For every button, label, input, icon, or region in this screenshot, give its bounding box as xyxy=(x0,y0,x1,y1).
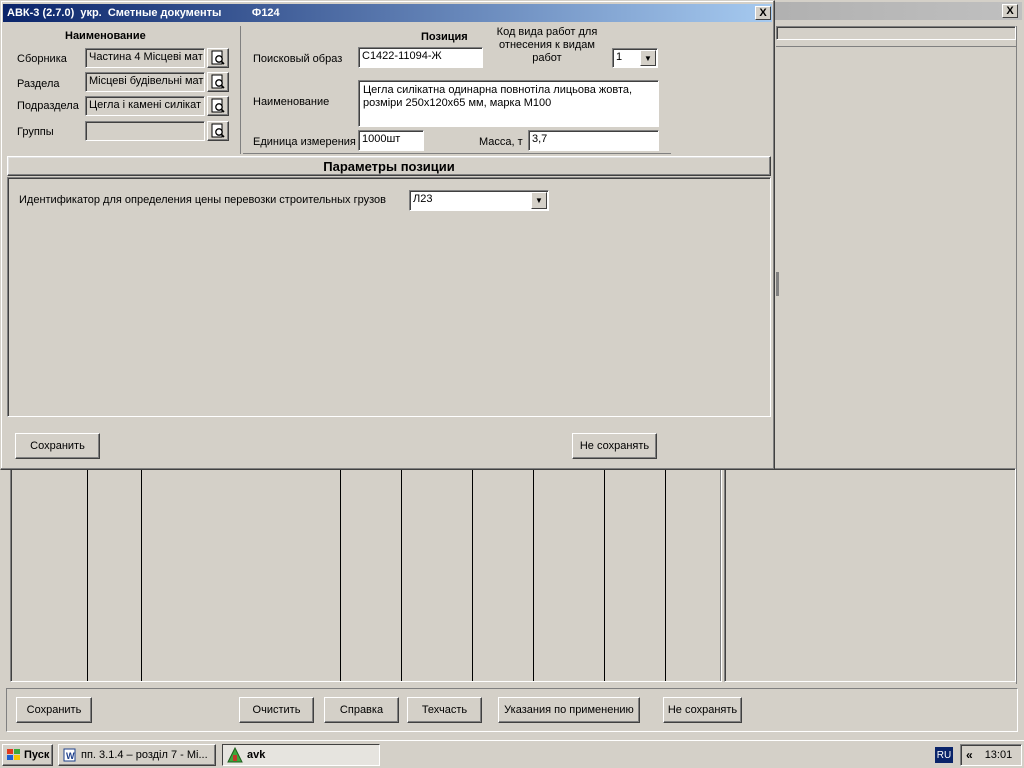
start-label: Пуск xyxy=(24,749,50,761)
data-grid[interactable] xyxy=(10,468,722,682)
work-code-label: Код вида работ для отнесения к видам раб… xyxy=(496,26,598,64)
search-input[interactable]: С1422-11094-Ж xyxy=(358,47,483,68)
task-word[interactable]: W пп. 3.1.4 – розділ 7 - Мі... xyxy=(58,744,216,766)
techpart-button[interactable]: Техчасть xyxy=(407,697,482,723)
transport-dropdown-arrow[interactable]: ▼ xyxy=(531,192,547,209)
group-label: Группы xyxy=(17,126,54,138)
mass-label: Масса, т xyxy=(479,136,523,148)
collection-field[interactable]: Частина 4 Місцеві мат xyxy=(85,48,205,68)
task-avk[interactable]: avk xyxy=(222,744,380,766)
language-indicator[interactable]: RU xyxy=(935,747,953,763)
grid-col-divider xyxy=(604,469,605,681)
work-code-dropdown-arrow[interactable]: ▼ xyxy=(640,50,656,66)
task-avk-label: avk xyxy=(247,749,266,761)
main-close-button[interactable]: X xyxy=(1002,4,1018,18)
grid-right-panel xyxy=(724,468,1016,682)
grid-col-divider xyxy=(87,469,88,681)
main-header-strip xyxy=(776,26,1016,40)
nosave-button[interactable]: Не сохранять xyxy=(663,697,742,723)
position-heading: Позиция xyxy=(421,31,468,43)
windows-logo-icon xyxy=(7,749,20,760)
group-field[interactable] xyxy=(85,121,205,141)
dialog-titlebar: АВК-3 (2.7.0) укр. Сметные документы Ф12… xyxy=(3,4,772,22)
magnifier-doc-icon xyxy=(211,98,225,113)
section-search-button[interactable] xyxy=(207,72,229,92)
tray-expand-icon[interactable]: « xyxy=(966,748,973,762)
grid-col-divider xyxy=(141,469,142,681)
params-panel xyxy=(7,177,771,417)
grid-col-divider xyxy=(665,469,666,681)
word-doc-icon: W xyxy=(63,748,76,762)
dialog-save-button[interactable]: Сохранить xyxy=(15,433,100,459)
search-label: Поисковый образ xyxy=(253,53,343,65)
unit-label: Единица измерения xyxy=(253,136,356,148)
magnifier-doc-icon xyxy=(211,50,225,65)
main-right-border xyxy=(1016,26,1017,684)
svg-text:W: W xyxy=(66,751,75,761)
name-textarea[interactable]: Цегла силікатна одинарна повнотіла лицьо… xyxy=(358,80,659,127)
save-button[interactable]: Сохранить xyxy=(16,697,92,723)
name-label: Наименование xyxy=(253,96,330,108)
params-header: Параметры позиции xyxy=(7,156,771,176)
position-divider xyxy=(243,153,671,154)
collection-search-button[interactable] xyxy=(207,48,229,68)
grid-col-divider xyxy=(340,469,341,681)
help-button[interactable]: Справка xyxy=(324,697,399,723)
mass-input[interactable]: 3,7 xyxy=(528,130,659,151)
group-search-button[interactable] xyxy=(207,121,229,141)
section-label: Раздела xyxy=(17,78,60,90)
dialog-window: АВК-3 (2.7.0) укр. Сметные документы Ф12… xyxy=(0,0,775,470)
grid-col-divider xyxy=(533,469,534,681)
main-header-line xyxy=(776,46,1016,47)
magnifier-doc-icon xyxy=(211,123,225,138)
clock: 13:01 xyxy=(984,749,1013,761)
collection-label: Сборника xyxy=(17,53,67,65)
dialog-close-button[interactable]: X xyxy=(755,6,771,20)
instructions-button[interactable]: Указания по применению xyxy=(498,697,640,723)
subsection-label: Подраздела xyxy=(17,100,79,112)
transport-label: Идентификатор для определения цены перев… xyxy=(19,194,386,206)
grid-col-divider xyxy=(472,469,473,681)
section-field[interactable]: Місцеві будівельні мат xyxy=(85,72,205,92)
magnifier-doc-icon xyxy=(211,74,225,89)
system-tray: « 13:01 xyxy=(960,744,1022,766)
subsection-field[interactable]: Цегла і камені силікат xyxy=(85,96,205,116)
transport-select[interactable]: Л23 xyxy=(409,190,549,211)
task-word-label: пп. 3.1.4 – розділ 7 - Мі... xyxy=(81,749,208,761)
avk-app-icon xyxy=(227,747,243,763)
grid-col-divider xyxy=(401,469,402,681)
unit-input[interactable]: 1000шт xyxy=(358,130,424,151)
clear-button[interactable]: Очистить xyxy=(239,697,314,723)
naming-heading: Наименование xyxy=(65,30,146,42)
dialog-nosave-button[interactable]: Не сохранять xyxy=(572,433,657,459)
subsection-search-button[interactable] xyxy=(207,96,229,116)
grid-col-divider xyxy=(720,469,721,681)
taskbar: Пуск W пп. 3.1.4 – розділ 7 - Мі... avk … xyxy=(0,740,1024,768)
start-button[interactable]: Пуск xyxy=(2,744,53,766)
main-scroll-handle[interactable] xyxy=(776,272,779,296)
